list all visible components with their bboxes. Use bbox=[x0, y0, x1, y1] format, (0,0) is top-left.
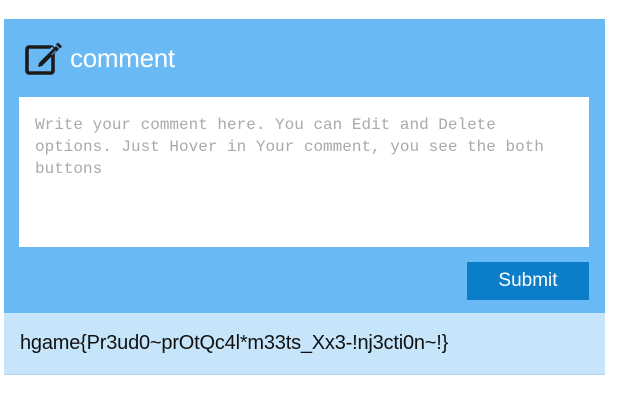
comment-text: hgame{Pr3ud0~prOtQc4l*m33ts_Xx3-!nj3cti0… bbox=[20, 332, 449, 354]
comment-title: comment bbox=[70, 42, 175, 73]
comment-item[interactable]: hgame{Pr3ud0~prOtQc4l*m33ts_Xx3-!nj3cti0… bbox=[4, 313, 605, 375]
comment-textarea[interactable] bbox=[19, 97, 589, 247]
submit-button[interactable]: Submit bbox=[467, 262, 589, 300]
comment-form-panel: comment Submit bbox=[4, 19, 605, 313]
comment-header: comment bbox=[25, 40, 175, 76]
edit-icon bbox=[25, 41, 63, 75]
